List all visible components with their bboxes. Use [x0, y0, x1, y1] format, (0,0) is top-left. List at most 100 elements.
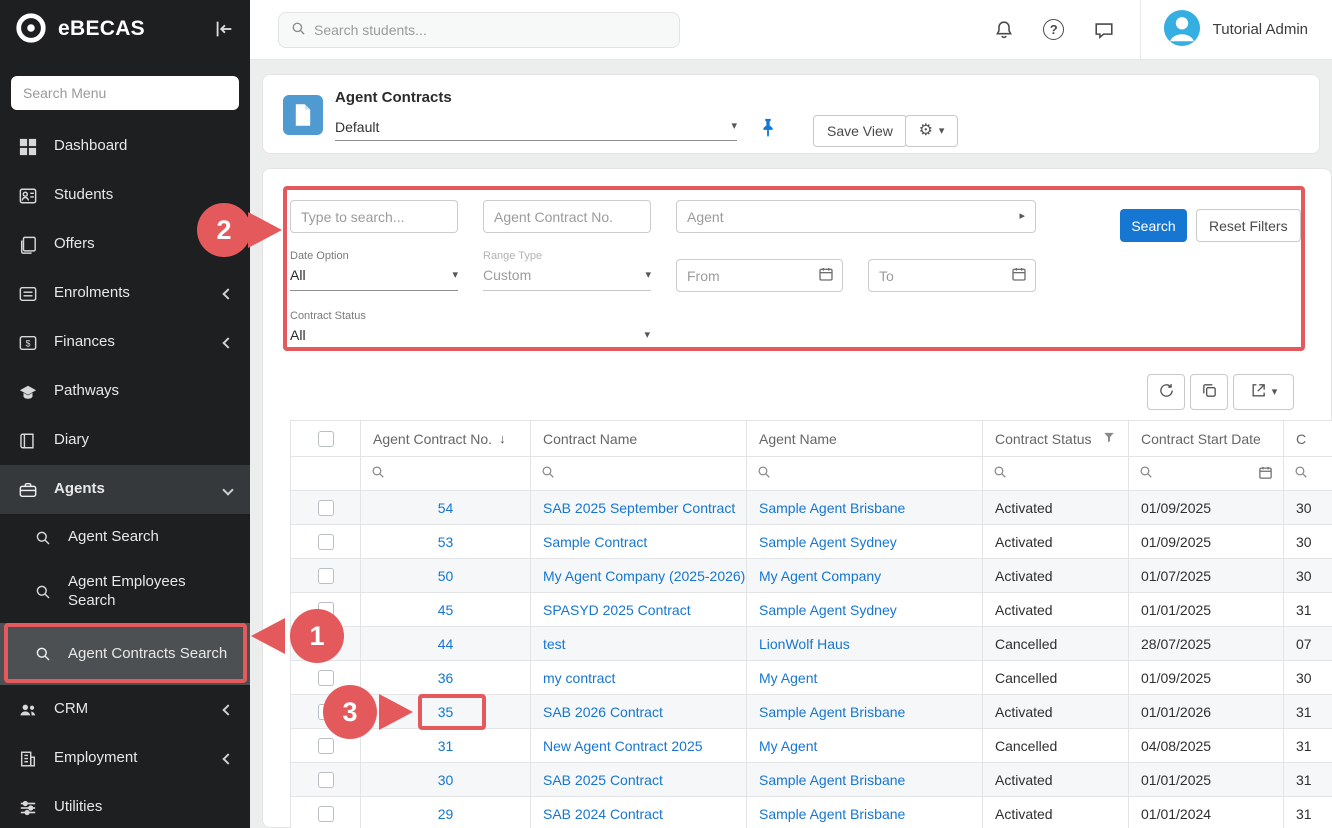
header-contract-status[interactable]: Contract Status [983, 421, 1129, 457]
contract-no-link[interactable]: 54 [438, 500, 454, 516]
agent-name-link[interactable]: Sample Agent Brisbane [759, 704, 905, 720]
contract-no-link[interactable]: 44 [438, 636, 454, 652]
notifications-bell-icon[interactable] [992, 18, 1016, 42]
sidebar-item-agent-contracts-search[interactable]: Agent Contracts Search [0, 623, 250, 685]
agent-name-link[interactable]: Sample Agent Sydney [759, 534, 897, 550]
agent-select[interactable]: Agent ▸ [676, 200, 1036, 233]
agent-name-link[interactable]: My Agent [759, 738, 817, 754]
reset-filters-button[interactable]: Reset Filters [1196, 209, 1301, 242]
row-checkbox[interactable] [318, 500, 334, 516]
contract-no-link[interactable]: 35 [438, 704, 454, 720]
help-icon[interactable]: ? [1042, 18, 1066, 42]
sidebar-item-pathways[interactable]: Pathways [0, 367, 250, 416]
agent-name-link[interactable]: My Agent [759, 670, 817, 686]
sort-desc-icon[interactable]: ↓ [499, 431, 506, 446]
search-button[interactable]: Search [1120, 209, 1187, 242]
user-menu[interactable]: Tutorial Admin [1140, 0, 1332, 60]
agent-contract-no-input[interactable] [483, 200, 651, 233]
sidebar-collapse-icon[interactable] [212, 17, 236, 41]
agent-name-link[interactable]: My Agent Company [759, 568, 881, 584]
agent-name-link[interactable]: Sample Agent Brisbane [759, 500, 905, 516]
contract-no-link[interactable]: 30 [438, 772, 454, 788]
from-date-field[interactable] [687, 268, 812, 284]
row-checkbox[interactable] [318, 534, 334, 550]
sidebar-item-agent-search[interactable]: Agent Search [0, 514, 250, 561]
chat-icon[interactable] [1092, 18, 1116, 42]
filter-cell-agent-name[interactable] [747, 457, 983, 491]
filter-cell-contract-status[interactable] [983, 457, 1129, 491]
select-all-checkbox[interactable] [318, 431, 334, 447]
header-contract-end[interactable]: C [1284, 421, 1332, 457]
header-contract-no[interactable]: Agent Contract No.↓ [361, 421, 531, 457]
contract-name-link[interactable]: SPASYD 2025 Contract [543, 602, 691, 618]
contract-status-cell: Cancelled [983, 661, 1129, 695]
sidebar-item-diary[interactable]: Diary [0, 416, 250, 465]
filter-cell-contract-name[interactable] [531, 457, 747, 491]
agent-name-link[interactable]: LionWolf Haus [759, 636, 850, 652]
contract-name-link[interactable]: New Agent Contract 2025 [543, 738, 703, 754]
contract-no-link[interactable]: 45 [438, 602, 454, 618]
sidebar-item-agents[interactable]: Agents [0, 465, 250, 514]
to-date-field[interactable] [879, 268, 1005, 284]
row-checkbox[interactable] [318, 568, 334, 584]
sidebar-item-agent-employees-search[interactable]: Agent Employees Search [0, 561, 250, 623]
contract-start-date-cell: 01/01/2024 [1129, 797, 1284, 828]
contract-name-link[interactable]: my contract [543, 670, 615, 686]
contract-name-link[interactable]: SAB 2024 Contract [543, 806, 663, 822]
sidebar-item-utilities[interactable]: Utilities [0, 783, 250, 828]
sidebar-item-crm[interactable]: CRM [0, 685, 250, 734]
quick-search-input[interactable] [290, 200, 458, 233]
global-search-input[interactable] [314, 22, 667, 38]
contract-name-link[interactable]: SAB 2025 Contract [543, 772, 663, 788]
row-checkbox[interactable] [318, 806, 334, 822]
to-date-input[interactable] [868, 259, 1036, 292]
range-type-value: Custom [483, 267, 531, 283]
date-option-select[interactable]: Date Option All▾ [290, 250, 458, 291]
sidebar-item-enrolments[interactable]: Enrolments [0, 269, 250, 318]
contract-name-link[interactable]: SAB 2026 Contract [543, 704, 663, 720]
sidebar-item-employment[interactable]: Employment [0, 734, 250, 783]
row-checkbox[interactable] [318, 772, 334, 788]
contract-name-link[interactable]: Sample Contract [543, 534, 647, 550]
pin-icon[interactable] [757, 117, 781, 141]
header-contract-name[interactable]: Contract Name [531, 421, 747, 457]
range-type-select[interactable]: Range Type Custom▾ [483, 250, 651, 291]
contract-name-link[interactable]: SAB 2025 September Contract [543, 500, 735, 516]
filter-cell-contract-end[interactable] [1284, 457, 1332, 491]
contract-no-link[interactable]: 36 [438, 670, 454, 686]
header-contract-start-date[interactable]: Contract Start Date [1129, 421, 1284, 457]
calendar-icon[interactable] [1258, 465, 1273, 483]
from-date-input[interactable] [676, 259, 843, 292]
sidebar-item-finances[interactable]: $ Finances [0, 318, 250, 367]
offers-icon [18, 235, 38, 255]
view-select[interactable]: Default ▾ [335, 113, 737, 141]
contract-no-link[interactable]: 29 [438, 806, 454, 822]
contract-name-link[interactable]: test [543, 636, 566, 652]
contract-no-link[interactable]: 53 [438, 534, 454, 550]
row-checkbox[interactable] [318, 670, 334, 686]
filter-funnel-icon[interactable] [1102, 430, 1116, 447]
agent-name-link[interactable]: Sample Agent Brisbane [759, 772, 905, 788]
filter-cell-contract-start-date[interactable] [1129, 457, 1284, 491]
contract-no-link[interactable]: 50 [438, 568, 454, 584]
save-view-button[interactable]: Save View [813, 115, 907, 147]
row-checkbox[interactable] [318, 738, 334, 754]
copy-button[interactable] [1190, 374, 1228, 410]
gear-icon: ⚙ [919, 123, 933, 139]
finances-icon: $ [18, 333, 38, 353]
calendar-icon[interactable] [818, 266, 834, 285]
contract-name-link[interactable]: My Agent Company (2025-2026) [543, 568, 745, 584]
calendar-icon[interactable] [1011, 266, 1027, 285]
global-search[interactable] [278, 12, 680, 48]
contract-status-select[interactable]: Contract Status All▾ [290, 310, 650, 351]
export-button[interactable]: ▾ [1233, 374, 1294, 410]
header-agent-name[interactable]: Agent Name [747, 421, 983, 457]
menu-search-input[interactable] [11, 76, 239, 110]
sidebar-item-dashboard[interactable]: Dashboard [0, 122, 250, 171]
refresh-button[interactable] [1147, 374, 1185, 410]
agent-name-link[interactable]: Sample Agent Sydney [759, 602, 897, 618]
agent-name-link[interactable]: Sample Agent Brisbane [759, 806, 905, 822]
contract-no-link[interactable]: 31 [438, 738, 454, 754]
filter-cell-contract-no[interactable] [361, 457, 531, 491]
view-settings-button[interactable]: ⚙ ▾ [905, 115, 958, 147]
